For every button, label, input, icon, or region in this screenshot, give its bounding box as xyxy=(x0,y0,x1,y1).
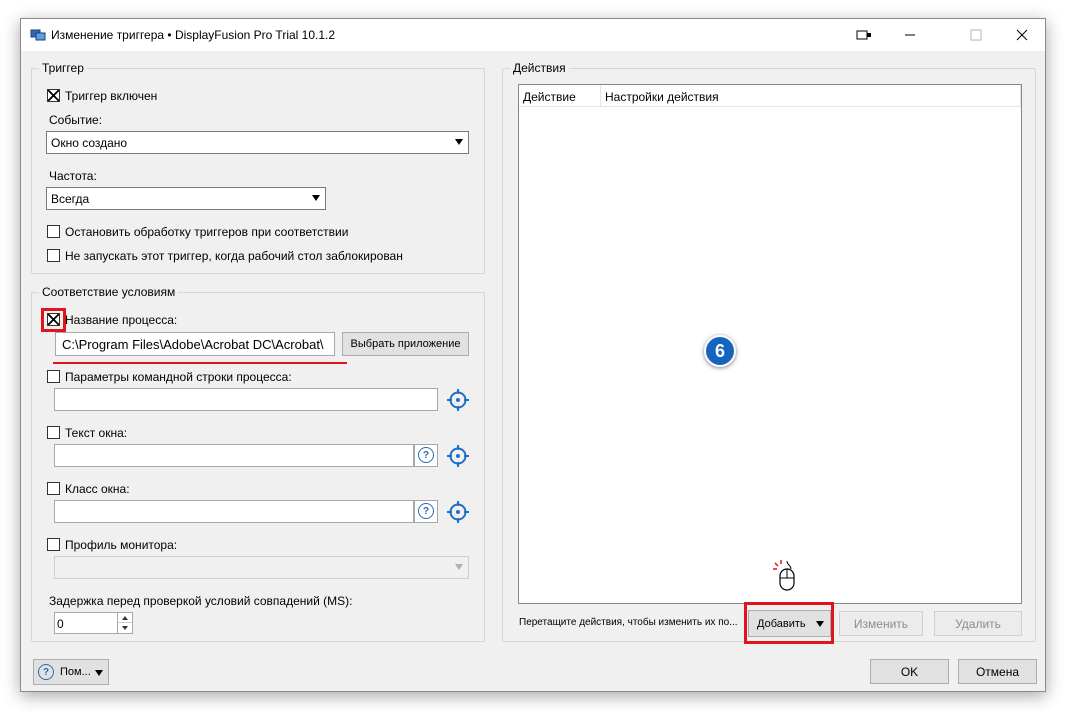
monitor-profile-label: Профиль монитора: xyxy=(65,538,178,552)
delete-action-button[interactable]: Удалить xyxy=(934,611,1022,636)
frequency-value: Всегда xyxy=(51,192,90,206)
crosshair-icon[interactable] xyxy=(446,500,470,524)
window-text-label: Текст окна: xyxy=(65,426,128,440)
trigger-enabled-label: Триггер включен xyxy=(65,89,158,103)
window-text-help-button[interactable]: ? xyxy=(414,444,438,467)
monitor-profile-dropdown[interactable] xyxy=(54,556,469,579)
stop-processing-checkbox[interactable] xyxy=(47,225,60,238)
window-class-help-button[interactable]: ? xyxy=(414,500,438,523)
cmdline-label: Параметры командной строки процесса: xyxy=(65,370,292,384)
cmdline-checkbox[interactable] xyxy=(47,370,60,383)
chevron-down-icon xyxy=(95,670,103,676)
process-path-underline xyxy=(53,362,347,364)
app-icon xyxy=(30,29,46,41)
title-bar: Изменение триггера • DisplayFusion Pro T… xyxy=(21,19,1045,51)
help-button-label: Пом... xyxy=(60,666,91,678)
window-class-checkbox[interactable] xyxy=(47,482,60,495)
column-header-action[interactable]: Действие xyxy=(519,85,601,107)
actions-list[interactable]: Действие Настройки действия xyxy=(518,84,1022,604)
trigger-group-legend: Триггер xyxy=(39,61,87,75)
chevron-down-icon xyxy=(312,195,320,201)
trigger-edit-window: Изменение триггера • DisplayFusion Pro T… xyxy=(20,18,1046,692)
ok-button[interactable]: OK xyxy=(870,659,949,684)
process-name-label: Название процесса: xyxy=(65,313,178,327)
add-button-highlight xyxy=(744,602,834,644)
close-icon[interactable] xyxy=(999,19,1045,51)
event-dropdown[interactable]: Окно создано xyxy=(46,131,469,154)
trigger-enabled-checkbox[interactable] xyxy=(47,89,60,102)
spin-up-icon[interactable] xyxy=(118,613,132,623)
delay-label: Задержка перед проверкой условий совпаде… xyxy=(49,594,353,608)
process-name-input[interactable]: C:\Program Files\Adobe\Acrobat DC\Acroba… xyxy=(55,332,335,356)
no-run-locked-checkbox[interactable] xyxy=(47,249,60,262)
delay-spinner[interactable]: 0 xyxy=(54,612,133,634)
delay-spin-buttons xyxy=(117,613,132,633)
event-label: Событие: xyxy=(49,113,103,127)
stop-processing-label: Остановить обработку триггеров при соотв… xyxy=(65,225,349,239)
window-title: Изменение триггера • DisplayFusion Pro T… xyxy=(51,28,336,42)
help-icon: ? xyxy=(418,447,434,463)
edit-action-button[interactable]: Изменить xyxy=(839,611,923,636)
monitor-profile-checkbox[interactable] xyxy=(47,538,60,551)
minimize-icon[interactable] xyxy=(887,19,933,51)
window-class-input[interactable] xyxy=(54,500,414,523)
help-icon: ? xyxy=(418,503,434,519)
window-text-checkbox[interactable] xyxy=(47,426,60,439)
process-checkbox-highlight xyxy=(41,308,66,332)
conditions-group-legend: Соответствие условиям xyxy=(39,285,179,299)
actions-list-header: Действие Настройки действия xyxy=(519,85,1021,107)
actions-drag-hint: Перетащите действия, чтобы изменить их п… xyxy=(519,617,738,628)
actions-group-legend: Действия xyxy=(510,61,569,75)
chevron-down-icon xyxy=(455,564,463,570)
column-header-action-settings[interactable]: Настройки действия xyxy=(601,85,1021,107)
maximize-icon[interactable] xyxy=(953,19,999,51)
choose-app-button[interactable]: Выбрать приложение xyxy=(342,332,469,356)
window-text-input[interactable] xyxy=(54,444,414,467)
event-value: Окно создано xyxy=(51,136,128,150)
cmdline-input[interactable] xyxy=(54,388,438,411)
crosshair-icon[interactable] xyxy=(446,444,470,468)
step-badge: 6 xyxy=(704,335,736,367)
pin-window-icon[interactable] xyxy=(841,19,887,51)
help-icon: ? xyxy=(38,664,54,680)
frequency-label: Частота: xyxy=(49,169,97,183)
frequency-dropdown[interactable]: Всегда xyxy=(46,187,326,210)
spin-down-icon[interactable] xyxy=(118,623,132,633)
mouse-click-icon xyxy=(773,560,795,591)
help-menu-button[interactable]: ? Пом... xyxy=(33,659,109,685)
no-run-locked-label: Не запускать этот триггер, когда рабочий… xyxy=(65,249,403,263)
chevron-down-icon xyxy=(455,139,463,145)
window-class-label: Класс окна: xyxy=(65,482,130,496)
cancel-button[interactable]: Отмена xyxy=(958,659,1037,684)
crosshair-icon[interactable] xyxy=(446,388,470,412)
delay-value: 0 xyxy=(57,617,64,631)
